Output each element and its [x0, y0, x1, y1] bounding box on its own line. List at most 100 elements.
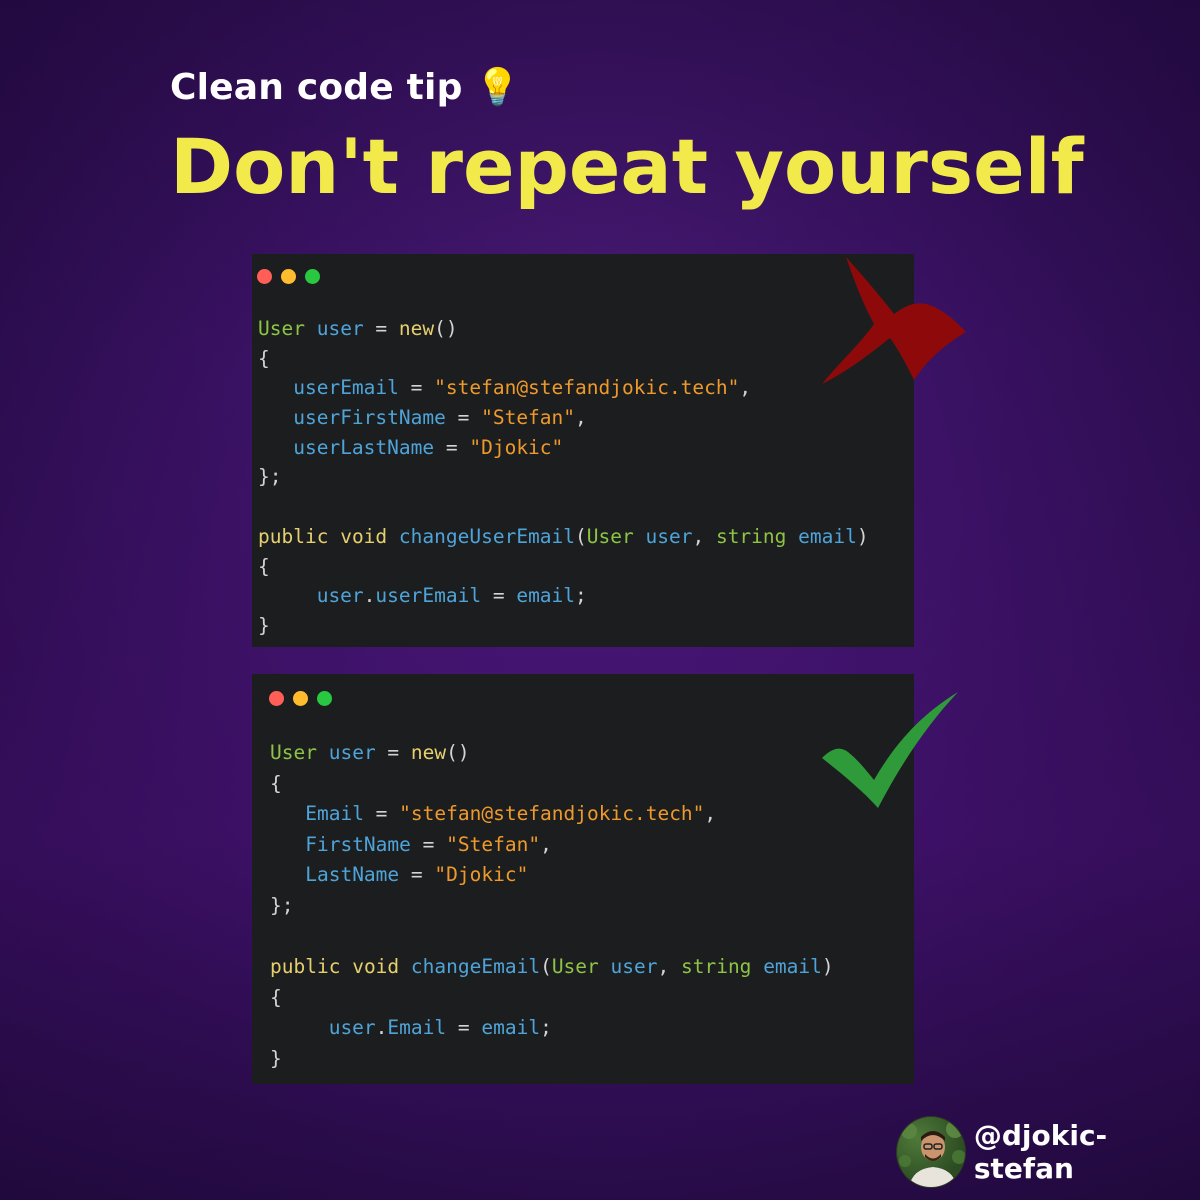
code-token: = — [363, 317, 399, 340]
code-token: ( — [540, 955, 552, 979]
code-token: () — [434, 317, 458, 340]
code-token: new — [410, 741, 447, 764]
code-token: user — [316, 317, 364, 340]
code-line: userFirstName = "Stefan", — [258, 403, 869, 433]
code-token: { — [270, 771, 282, 795]
code-token: user — [316, 584, 364, 608]
code-token: = — [375, 741, 411, 764]
code-line: { — [258, 552, 869, 582]
code-token: void — [352, 955, 400, 979]
code-token: public — [270, 955, 341, 979]
code-token: FirstName — [305, 832, 411, 856]
code-token: string — [680, 955, 752, 979]
code-line: }; — [258, 462, 869, 492]
profile-photo-icon — [899, 1120, 965, 1187]
code-token: Email — [387, 1016, 447, 1040]
code-line: user.userEmail = email; — [258, 581, 869, 611]
code-line: } — [270, 1044, 834, 1075]
green-check-icon — [822, 692, 958, 808]
code-token: , — [739, 376, 752, 400]
code-token: }; — [270, 893, 294, 917]
good-code-block: User user = new(){ Email = "stefan@stefa… — [270, 738, 834, 1075]
code-token: public — [258, 524, 329, 548]
code-token: User — [586, 524, 634, 548]
code-token: = — [445, 406, 482, 430]
code-token: "Stefan" — [481, 406, 576, 430]
code-token: = — [446, 1016, 482, 1040]
maximize-dot-icon — [317, 691, 332, 706]
minimize-dot-icon — [293, 691, 308, 706]
code-token: "stefan@stefandjokic.tech" — [399, 802, 705, 826]
close-dot-icon — [269, 691, 284, 706]
code-token: = — [410, 832, 447, 856]
code-token: user — [645, 524, 693, 548]
maximize-dot-icon — [305, 269, 320, 284]
code-token: email — [798, 524, 857, 548]
code-token: User — [258, 317, 305, 340]
code-line: } — [258, 611, 869, 641]
code-token: { — [270, 985, 282, 1009]
code-token: userLastName — [293, 435, 435, 459]
code-token: user — [328, 741, 376, 764]
code-token: email — [516, 584, 576, 608]
code-line: FirstName = "Stefan", — [270, 830, 834, 861]
code-token: ) — [821, 955, 834, 979]
page-title: Don't repeat yourself — [170, 122, 1084, 211]
code-token: string — [715, 524, 787, 548]
code-token: email — [481, 1016, 541, 1040]
code-line: User user = new() — [270, 738, 834, 769]
author-badge: @djokic-stefan — [896, 1116, 1200, 1188]
code-line: }; — [270, 891, 834, 922]
code-token: userEmail — [375, 584, 482, 608]
code-token: userFirstName — [293, 406, 446, 430]
code-token: { — [258, 346, 270, 370]
author-handle: @djokic-stefan — [973, 1119, 1108, 1185]
subtitle: Clean code tip 💡 — [170, 67, 521, 108]
code-token: , — [657, 955, 681, 979]
code-line: public void changeUserEmail(User user, s… — [258, 522, 869, 552]
bad-code-block: User user = new(){ userEmail = "stefan@s… — [258, 314, 869, 641]
code-token: Email — [305, 802, 364, 826]
code-token: . — [375, 1016, 388, 1040]
code-token: = — [481, 584, 517, 608]
minimize-dot-icon — [281, 269, 296, 284]
code-token: void — [340, 524, 388, 548]
code-token: LastName — [305, 863, 400, 887]
code-token: ( — [575, 524, 587, 548]
good-code-window: User user = new(){ Email = "stefan@stefa… — [252, 674, 914, 1084]
code-token: = — [399, 863, 435, 887]
window-controls — [269, 691, 332, 706]
code-token: , — [540, 832, 552, 856]
code-token: email — [763, 955, 822, 979]
code-token: = — [398, 376, 435, 400]
code-token: ) — [856, 524, 869, 548]
code-token: ; — [575, 584, 587, 608]
code-token: = — [434, 435, 470, 459]
code-token: . — [363, 584, 376, 608]
code-line: User user = new() — [258, 314, 869, 344]
code-token: "Djokic" — [434, 863, 529, 887]
code-token: () — [446, 741, 470, 764]
code-line: user.Email = email; — [270, 1013, 834, 1044]
code-token: User — [551, 955, 599, 979]
code-line: userLastName = "Djokic" — [258, 433, 869, 463]
code-line: { — [258, 344, 869, 374]
code-token: "stefan@stefandjokic.tech" — [434, 376, 740, 400]
